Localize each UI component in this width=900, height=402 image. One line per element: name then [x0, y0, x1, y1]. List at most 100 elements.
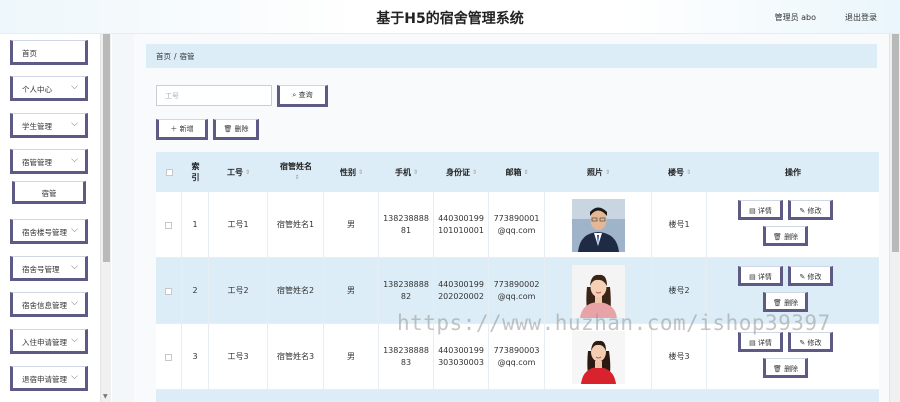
edit-button-label: 修改	[807, 339, 822, 347]
query-button-label: 查询	[298, 91, 313, 99]
column-header-email[interactable]: 邮箱 ⇕	[489, 152, 545, 192]
column-header-actions: 操作	[707, 152, 879, 192]
cell-name: 宿管姓名3	[268, 324, 324, 390]
column-header-job-no[interactable]: 工号 ⇕	[209, 152, 268, 192]
edit-button[interactable]: ✎ 修改	[788, 266, 833, 286]
sidebar-item-label: 宿舍楼号管理	[22, 228, 67, 237]
table-row	[156, 390, 879, 402]
cell-phone: 138238888 81	[379, 192, 434, 258]
scrollbar-thumb[interactable]	[892, 34, 899, 252]
column-header-phone[interactable]: 手机 ⇕	[379, 152, 434, 192]
sidebar-item-dorm-info[interactable]: 宿舍信息管理 ⌵	[10, 292, 88, 317]
sort-icon: ⇕	[412, 168, 419, 176]
cell-index: 3	[182, 324, 209, 390]
cell-id-card: 440300199 101010001	[434, 192, 489, 258]
delete-button[interactable]: 🗑 删除	[763, 358, 808, 378]
sidebar-subitem-dorm-manager[interactable]: 宿管	[12, 181, 86, 204]
staff-photo	[571, 264, 625, 318]
cell-building: 楼号1	[652, 192, 707, 258]
app-title: 基于H5的宿舍管理系统	[376, 11, 524, 27]
scrollbar-thumb[interactable]	[103, 34, 110, 262]
sort-icon: ⇕	[604, 168, 611, 176]
logout-link[interactable]: 退出登录	[845, 12, 877, 23]
column-header-index[interactable]: 索引	[182, 152, 209, 192]
sidebar-item-checkout[interactable]: 退宿申请管理 ⌵	[10, 366, 88, 391]
edit-button[interactable]: ✎ 修改	[788, 200, 833, 220]
sidebar-item-label: 首页	[22, 49, 37, 58]
query-button[interactable]: ⌕ 查询	[277, 85, 328, 107]
row-checkbox[interactable]	[156, 192, 182, 258]
detail-button[interactable]: ▤ 详情	[738, 266, 783, 286]
delete-button-label: 删除	[784, 365, 799, 373]
scroll-down-icon[interactable]: ▼	[103, 393, 108, 400]
column-header-building[interactable]: 楼号 ⇕	[652, 152, 707, 192]
main-scrollbar[interactable]	[889, 34, 900, 402]
sidebar-item-label: 学生管理	[22, 122, 52, 131]
sidebar-item-rooms[interactable]: 宿舍号管理 ⌵	[10, 256, 88, 281]
chevron-down-icon: ⌵	[71, 225, 78, 235]
watermark-text: https://www.huzhan.com/ishop39397	[397, 311, 831, 335]
breadcrumb-home[interactable]: 首页	[156, 52, 171, 61]
sidebar-item-label: 宿管	[41, 189, 57, 198]
current-user: 管理员 abo	[774, 13, 816, 22]
select-all-checkbox[interactable]	[156, 152, 182, 192]
sidebar-item-home[interactable]: 首页	[10, 40, 88, 65]
staff-photo	[571, 330, 625, 384]
cell-gender: 男	[324, 324, 379, 390]
delete-button[interactable]: 🗑 删除	[763, 226, 808, 246]
sidebar-item-buildings[interactable]: 宿舍楼号管理 ⌵	[10, 219, 88, 244]
delete-button-label: 删除	[784, 233, 799, 241]
delete-button-label: 删除	[784, 299, 799, 307]
column-header-label: 工号	[226, 167, 243, 177]
breadcrumb: 首页 / 宿管	[146, 44, 877, 68]
column-header-label: 宿管姓名	[280, 162, 312, 171]
breadcrumb-separator: /	[174, 52, 177, 61]
sort-icon: ⇕	[471, 168, 478, 176]
sort-icon: ⇕	[294, 174, 300, 181]
breadcrumb-current: 宿管	[179, 52, 195, 61]
edit-icon: ✎	[799, 207, 806, 215]
chevron-up-icon: ⌵	[71, 155, 78, 165]
delete-button[interactable]: 🗑 删除	[763, 292, 808, 312]
cell-index: 1	[182, 192, 209, 258]
row-checkbox[interactable]	[156, 324, 182, 390]
row-checkbox[interactable]	[156, 258, 182, 324]
sidebar-item-profile[interactable]: 个人中心 ⌵	[10, 76, 88, 101]
cell-actions: ▤ 详情 ✎ 修改 🗑 删除	[707, 192, 879, 258]
column-header-gender[interactable]: 性别 ⇕	[324, 152, 379, 192]
detail-button[interactable]: ▤ 详情	[738, 332, 783, 352]
column-header-label: 索引	[191, 162, 200, 182]
sidebar-item-dorm-managers[interactable]: 宿管管理 ⌵	[10, 149, 88, 174]
cell-job-no: 工号3	[209, 324, 268, 390]
column-header-label: 性别	[339, 167, 356, 177]
search-icon: ⌕	[292, 91, 297, 99]
main-content: 首页 / 宿管 工号 ⌕ 查询 ＋ 新增 🗑 删除 索引 工号 ⇕ 宿管姓名 ⇕ 性别 ⇕…	[134, 34, 889, 402]
column-header-name[interactable]: 宿管姓名 ⇕	[268, 152, 324, 192]
column-header-id-card[interactable]: 身份证 ⇕	[434, 152, 489, 192]
dorm-manager-table: 索引 工号 ⇕ 宿管姓名 ⇕ 性别 ⇕ 手机 ⇕ 身份证 ⇕ 邮箱 ⇕ 照片 ⇕ 楼号 ⇕ 操作…	[156, 152, 879, 402]
sidebar-item-label: 宿舍信息管理	[22, 301, 67, 310]
cell-gender: 男	[324, 192, 379, 258]
bulk-delete-button[interactable]: 🗑 删除	[213, 119, 259, 140]
sidebar-item-students[interactable]: 学生管理 ⌵	[10, 113, 88, 138]
edit-icon: ✎	[799, 273, 806, 281]
sort-icon: ⇕	[244, 168, 251, 176]
sidebar-item-label: 退宿申请管理	[22, 375, 67, 384]
top-bar: 基于H5的宿舍管理系统 管理员 abo 退出登录	[0, 0, 900, 34]
detail-button-label: 详情	[757, 273, 772, 281]
edit-button[interactable]: ✎ 修改	[788, 332, 833, 352]
detail-button-label: 详情	[757, 207, 772, 215]
column-header-label: 手机	[394, 167, 411, 177]
cell-index: 2	[182, 258, 209, 324]
detail-button[interactable]: ▤ 详情	[738, 200, 783, 220]
trash-icon: 🗑	[223, 125, 233, 133]
sidebar-scrollbar[interactable]: ▼	[100, 34, 111, 402]
add-button[interactable]: ＋ 新增	[156, 119, 208, 140]
cell-email: 773890001 @qq.com	[489, 192, 545, 258]
sidebar-item-checkin[interactable]: 入住申请管理 ⌵	[10, 329, 88, 354]
sort-icon: ⇕	[523, 168, 529, 176]
job-no-search-input[interactable]: 工号	[156, 85, 272, 106]
column-header-photo[interactable]: 照片 ⇕	[545, 152, 652, 192]
chevron-down-icon: ⌵	[71, 119, 78, 129]
staff-photo	[571, 198, 625, 252]
